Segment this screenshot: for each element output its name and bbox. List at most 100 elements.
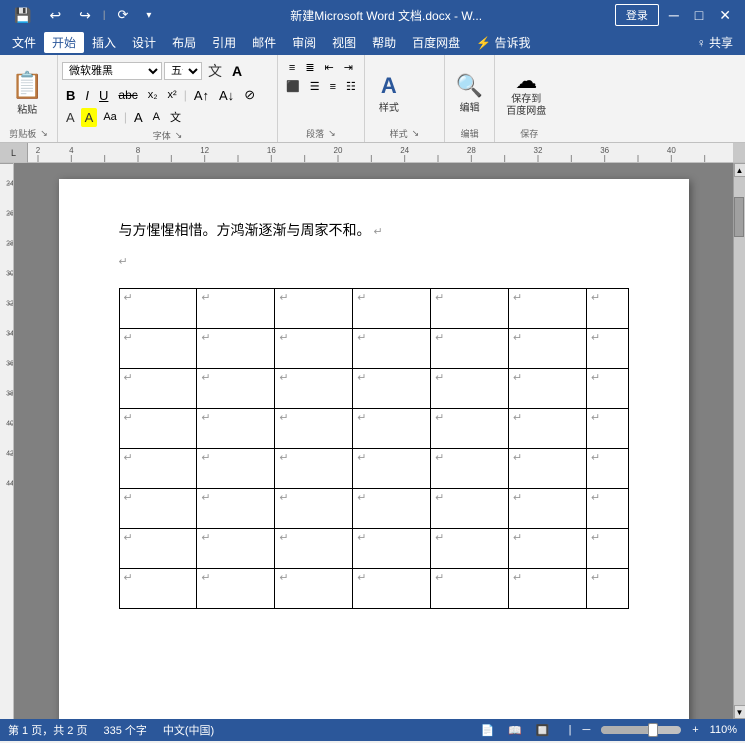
menu-insert[interactable]: 插入	[84, 32, 124, 53]
editing-button[interactable]: 🔍 编辑	[449, 59, 490, 127]
table-cell[interactable]: ↵	[509, 368, 587, 408]
align-center-btn[interactable]: ☰	[306, 78, 324, 95]
table-cell[interactable]: ↵	[431, 488, 509, 528]
numbering-btn[interactable]: ≣	[301, 59, 318, 76]
table-cell[interactable]: ↵	[431, 568, 509, 608]
table-cell[interactable]: ↵	[586, 488, 628, 528]
table-cell[interactable]: ↵	[197, 528, 275, 568]
view-outline-btn[interactable]: 🔲	[533, 723, 553, 738]
superscript-button[interactable]: x²	[164, 87, 181, 103]
menu-mail[interactable]: 邮件	[244, 32, 284, 53]
table-cell[interactable]: ↵	[431, 288, 509, 328]
justify-btn[interactable]: ☷	[342, 78, 360, 95]
table-cell[interactable]: ↵	[509, 448, 587, 488]
text-effect-btn[interactable]: A	[149, 109, 164, 125]
table-cell[interactable]: ↵	[586, 408, 628, 448]
table-cell[interactable]: ↵	[275, 568, 353, 608]
redo-btn[interactable]: ↪	[73, 5, 97, 26]
menu-design[interactable]: 设计	[124, 32, 164, 53]
view-web-btn[interactable]: 📖	[505, 723, 525, 738]
strikethrough-button[interactable]: abc	[114, 86, 141, 104]
menu-references[interactable]: 引用	[204, 32, 244, 53]
table-cell[interactable]: ↵	[509, 328, 587, 368]
styles-expand-icon[interactable]: ↘	[412, 128, 420, 139]
italic-button[interactable]: I	[81, 86, 93, 105]
zoom-out-btn[interactable]: ─	[579, 723, 593, 737]
table-cell[interactable]: ↵	[353, 328, 431, 368]
table-cell[interactable]: ↵	[275, 448, 353, 488]
table-cell[interactable]: ↵	[197, 408, 275, 448]
table-cell[interactable]: ↵	[353, 448, 431, 488]
table-cell[interactable]: ↵	[119, 488, 197, 528]
align-left-btn[interactable]: ⬛	[282, 78, 304, 95]
font-expand-icon[interactable]: ↘	[175, 130, 183, 141]
table-cell[interactable]: ↵	[509, 288, 587, 328]
font-color-a-btn[interactable]: A	[62, 108, 79, 127]
bullets-btn[interactable]: ≡	[285, 59, 299, 76]
document-scroll-area[interactable]: 与方惺惺相惜。方鸿渐逐渐与周家不和。 ↵ ↵ ↵↵↵↵↵↵↵↵↵↵↵↵↵↵↵↵↵…	[14, 163, 733, 719]
menu-baidu[interactable]: 百度网盘	[404, 32, 468, 53]
baidu-save-button[interactable]: ☁ 保存到百度网盘	[499, 59, 553, 127]
font-a-btn[interactable]: A	[228, 61, 246, 81]
scroll-down-arrow[interactable]: ▼	[734, 705, 745, 719]
table-cell[interactable]: ↵	[119, 408, 197, 448]
underline-button[interactable]: U	[95, 86, 112, 105]
table-cell[interactable]: ↵	[197, 488, 275, 528]
table-cell[interactable]: ↵	[353, 488, 431, 528]
table-cell[interactable]: ↵	[353, 368, 431, 408]
table-cell[interactable]: ↵	[275, 368, 353, 408]
subscript-button[interactable]: x₂	[144, 87, 162, 103]
right-scrollbar[interactable]: ▲ ▼	[733, 163, 745, 719]
font-wen-btn[interactable]: 文	[204, 59, 226, 83]
phonetic-btn[interactable]: 文	[166, 107, 185, 127]
zoom-slider[interactable]	[601, 726, 681, 734]
indent-increase-btn[interactable]: ⇥	[340, 59, 357, 76]
font-color-btn2[interactable]: A	[130, 108, 147, 127]
maximize-btn[interactable]: □	[689, 5, 709, 25]
zoom-handle[interactable]	[648, 723, 658, 737]
table-cell[interactable]: ↵	[119, 328, 197, 368]
table-cell[interactable]: ↵	[275, 408, 353, 448]
scroll-up-arrow[interactable]: ▲	[734, 163, 745, 177]
menu-view[interactable]: 视图	[324, 32, 364, 53]
font-name-select[interactable]: 微软雅黑	[62, 62, 162, 80]
table-cell[interactable]: ↵	[119, 288, 197, 328]
indent-decrease-btn[interactable]: ⇤	[321, 59, 338, 76]
table-cell[interactable]: ↵	[586, 368, 628, 408]
bold-button[interactable]: B	[62, 86, 79, 105]
menu-file[interactable]: 文件	[4, 32, 44, 53]
minimize-btn[interactable]: ─	[663, 5, 685, 25]
table-cell[interactable]: ↵	[275, 288, 353, 328]
menu-tell[interactable]: ⚡ 告诉我	[468, 32, 538, 53]
zoom-in-btn[interactable]: +	[689, 723, 701, 737]
table-cell[interactable]: ↵	[431, 528, 509, 568]
table-cell[interactable]: ↵	[509, 568, 587, 608]
table-cell[interactable]: ↵	[431, 408, 509, 448]
table-cell[interactable]: ↵	[275, 488, 353, 528]
table-cell[interactable]: ↵	[353, 528, 431, 568]
font-size-select[interactable]: 五号	[164, 62, 202, 80]
save-icon-btn[interactable]: 💾	[8, 5, 37, 26]
table-cell[interactable]: ↵	[197, 568, 275, 608]
table-cell[interactable]: ↵	[586, 528, 628, 568]
table-cell[interactable]: ↵	[275, 528, 353, 568]
table-cell[interactable]: ↵	[586, 328, 628, 368]
table-cell[interactable]: ↵	[586, 568, 628, 608]
menu-help[interactable]: 帮助	[364, 32, 404, 53]
styles-button[interactable]: A 样式	[369, 59, 409, 127]
table-cell[interactable]: ↵	[197, 328, 275, 368]
case-btn[interactable]: Aa	[99, 109, 120, 125]
more-btn[interactable]: ▾	[140, 8, 157, 23]
table-cell[interactable]: ↵	[431, 368, 509, 408]
table-cell[interactable]: ↵	[431, 448, 509, 488]
table-cell[interactable]: ↵	[275, 328, 353, 368]
shrink-font-btn[interactable]: A↓	[215, 86, 238, 105]
undo-btn[interactable]: ↩	[43, 5, 67, 26]
menu-home[interactable]: 开始	[44, 32, 84, 53]
paste-button[interactable]: 📋 粘贴	[4, 59, 50, 127]
clear-format-btn[interactable]: ⊘	[240, 85, 259, 105]
table-cell[interactable]: ↵	[431, 328, 509, 368]
menu-share[interactable]: ♀ 共享	[689, 32, 741, 53]
table-cell[interactable]: ↵	[119, 368, 197, 408]
table-cell[interactable]: ↵	[197, 448, 275, 488]
